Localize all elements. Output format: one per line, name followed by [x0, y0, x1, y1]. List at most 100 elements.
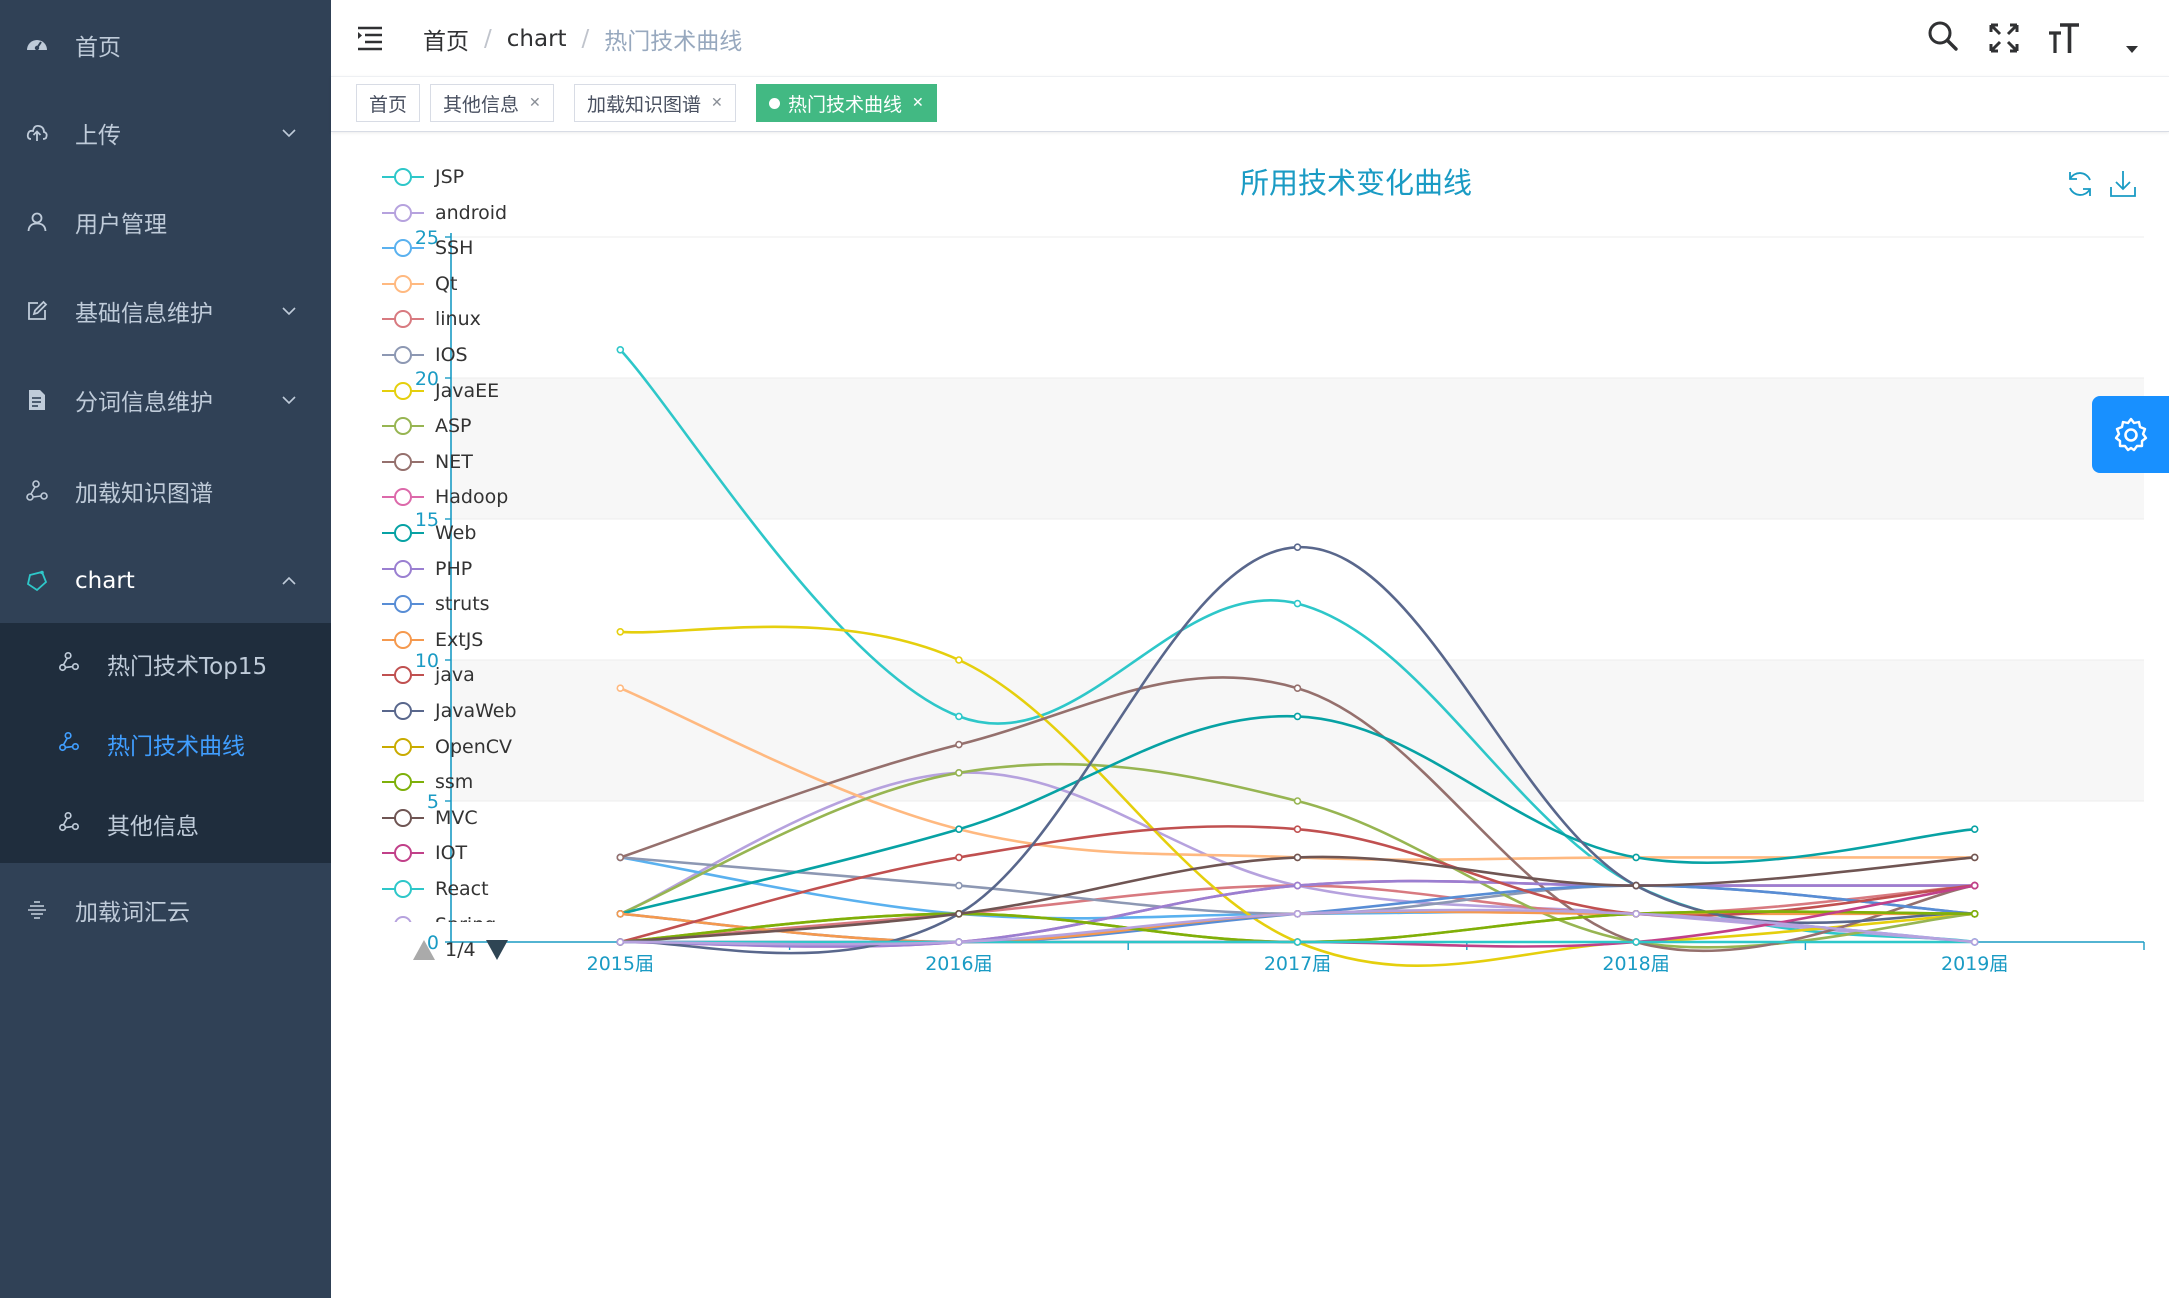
data-point [1293, 599, 1302, 608]
close-icon[interactable]: ✕ [711, 95, 723, 111]
legend-item[interactable]: JSP [381, 162, 581, 192]
chart-container: 0 5 10 15 20 25 2015届 2016届 2017届 2018届 2019届 所用技术… [331, 132, 2169, 1298]
legend-item[interactable]: ExtJS [381, 625, 581, 655]
data-point [616, 909, 625, 918]
legend-item[interactable]: PHP [381, 554, 581, 584]
sidebar-item-home[interactable]: 首页 [0, 0, 331, 90]
legend-item[interactable]: IOT [381, 838, 581, 868]
graph-icon [24, 478, 50, 504]
legend-symbol-icon [382, 168, 424, 186]
legend-label: linux [435, 308, 481, 331]
legend-item[interactable]: NET [381, 447, 581, 477]
legend-item[interactable]: struts [381, 589, 581, 619]
restore-icon[interactable] [2064, 168, 2096, 200]
chevron-down-icon [282, 129, 296, 138]
legend-item[interactable]: ASP [381, 411, 581, 441]
legend-page-indicator: 1/4 [445, 939, 476, 961]
tag-other-info[interactable]: 其他信息 ✕ [430, 84, 554, 122]
legend-item[interactable]: MVC [381, 803, 581, 833]
sidebar-item-chart[interactable]: chart [0, 536, 331, 626]
legend-label: android [435, 201, 508, 224]
breadcrumb-chart[interactable]: chart [507, 26, 567, 52]
legend-item[interactable]: Hadoop [381, 482, 581, 512]
legend-label: IOT [435, 842, 468, 865]
legend-symbol-icon [382, 203, 424, 222]
data-point [1970, 881, 1979, 890]
data-point [1293, 938, 1302, 946]
sidebar-item-other-info[interactable]: 其他信息 [0, 783, 331, 863]
sidebar-item-upload[interactable]: 上传 [0, 88, 331, 178]
data-point [1970, 853, 1979, 862]
legend-symbol-icon [382, 595, 424, 614]
legend-symbol-icon [382, 381, 424, 400]
close-icon[interactable]: ✕ [529, 95, 541, 111]
caret-down-icon[interactable] [2123, 40, 2141, 58]
legend-symbol-icon [382, 239, 424, 258]
tag-hot-curve[interactable]: 热门技术曲线 ✕ [756, 84, 937, 122]
sidebar-item-user-management[interactable]: 用户管理 [0, 177, 331, 267]
legend-item[interactable]: linux [381, 304, 581, 334]
page-up-icon[interactable] [411, 938, 437, 962]
user-icon [24, 209, 50, 235]
data-point [1293, 825, 1302, 834]
graph-icon [59, 812, 79, 832]
legend-item[interactable]: JavaWeb [381, 696, 581, 726]
legend-item[interactable]: Spring [381, 910, 581, 922]
legend-label: JavaWeb [435, 700, 517, 722]
page-down-icon[interactable] [484, 938, 510, 962]
x-tick-label: 2015届 [587, 953, 654, 975]
legend-item[interactable]: SSH [381, 233, 581, 263]
legend-item[interactable]: JavaEE [381, 376, 581, 406]
tag-home[interactable]: 首页 [356, 84, 421, 122]
legend-label: IOS [435, 344, 468, 366]
hamburger-menu-icon[interactable] [355, 22, 385, 52]
legend-label: Qt [435, 272, 458, 295]
data-point [1293, 797, 1302, 805]
legend-item[interactable]: java [381, 660, 581, 690]
legend-item[interactable]: Web [381, 518, 581, 548]
settings-button[interactable] [2092, 396, 2169, 473]
grid-band [451, 660, 2144, 801]
tag-knowledge-graph[interactable]: 加载知识图谱 ✕ [574, 84, 736, 122]
legend-label: SSH [435, 237, 474, 260]
sidebar-item-word-cloud[interactable]: 加载词汇云 [0, 865, 331, 955]
dashboard-icon [24, 32, 50, 58]
sidebar-item-label: 加载词汇云 [75, 900, 190, 926]
sidebar-item-label: 首页 [75, 35, 121, 61]
legend-item[interactable]: OpenCV [381, 732, 581, 762]
x-tick-label: 2016届 [925, 953, 992, 975]
search-icon[interactable] [1926, 18, 1960, 54]
legend-item[interactable]: ssm [381, 767, 581, 797]
legend-item[interactable]: IOS [381, 340, 581, 370]
breadcrumb-home[interactable]: 首页 [423, 22, 469, 56]
sidebar-item-segment-info[interactable]: 分词信息维护 [0, 355, 331, 445]
tags-view: 首页 其他信息 ✕ 加载知识图谱 ✕ 热门技术曲线 ✕ [331, 76, 2169, 132]
legend-item[interactable]: React [381, 874, 581, 904]
legend-symbol-icon [382, 808, 424, 827]
data-point [616, 938, 625, 946]
legend-item[interactable]: android [381, 198, 581, 228]
fullscreen-icon[interactable] [1987, 20, 2021, 56]
legend-label: ASP [435, 415, 472, 438]
sidebar-item-basic-info[interactable]: 基础信息维护 [0, 266, 331, 356]
tag-label: 其他信息 [443, 93, 520, 116]
grid-band [451, 378, 2144, 519]
legend-label: struts [435, 593, 490, 616]
chevron-down-icon [282, 396, 296, 405]
legend-item[interactable]: Qt [381, 269, 581, 299]
download-icon[interactable] [2107, 168, 2139, 200]
sidebar-item-hot-curve[interactable]: 热门技术曲线 [0, 703, 331, 783]
graph-icon [59, 652, 79, 672]
sidebar-item-label: 其他信息 [107, 814, 199, 840]
sidebar-item-hot-top15[interactable]: 热门技术Top15 [0, 623, 331, 703]
legend-label: React [435, 878, 489, 900]
sidebar-item-knowledge-graph[interactable]: 加载知识图谱 [0, 446, 331, 536]
breadcrumb: 首页 / chart / 热门技术曲线 [423, 22, 742, 56]
legend-symbol-icon [382, 773, 424, 792]
legend-label: ExtJS [435, 628, 484, 651]
line-chart: 05101520252015届 2016届 2017届 2018届 2019届 [415, 227, 2145, 975]
data-point [1293, 684, 1302, 693]
font-size-icon[interactable] [2047, 20, 2081, 56]
sidebar: 首页 上传 用户管理 基础信息维护 分词信息维护 加载知识图谱 chart 热门… [0, 0, 331, 1298]
close-icon[interactable]: ✕ [912, 95, 924, 111]
